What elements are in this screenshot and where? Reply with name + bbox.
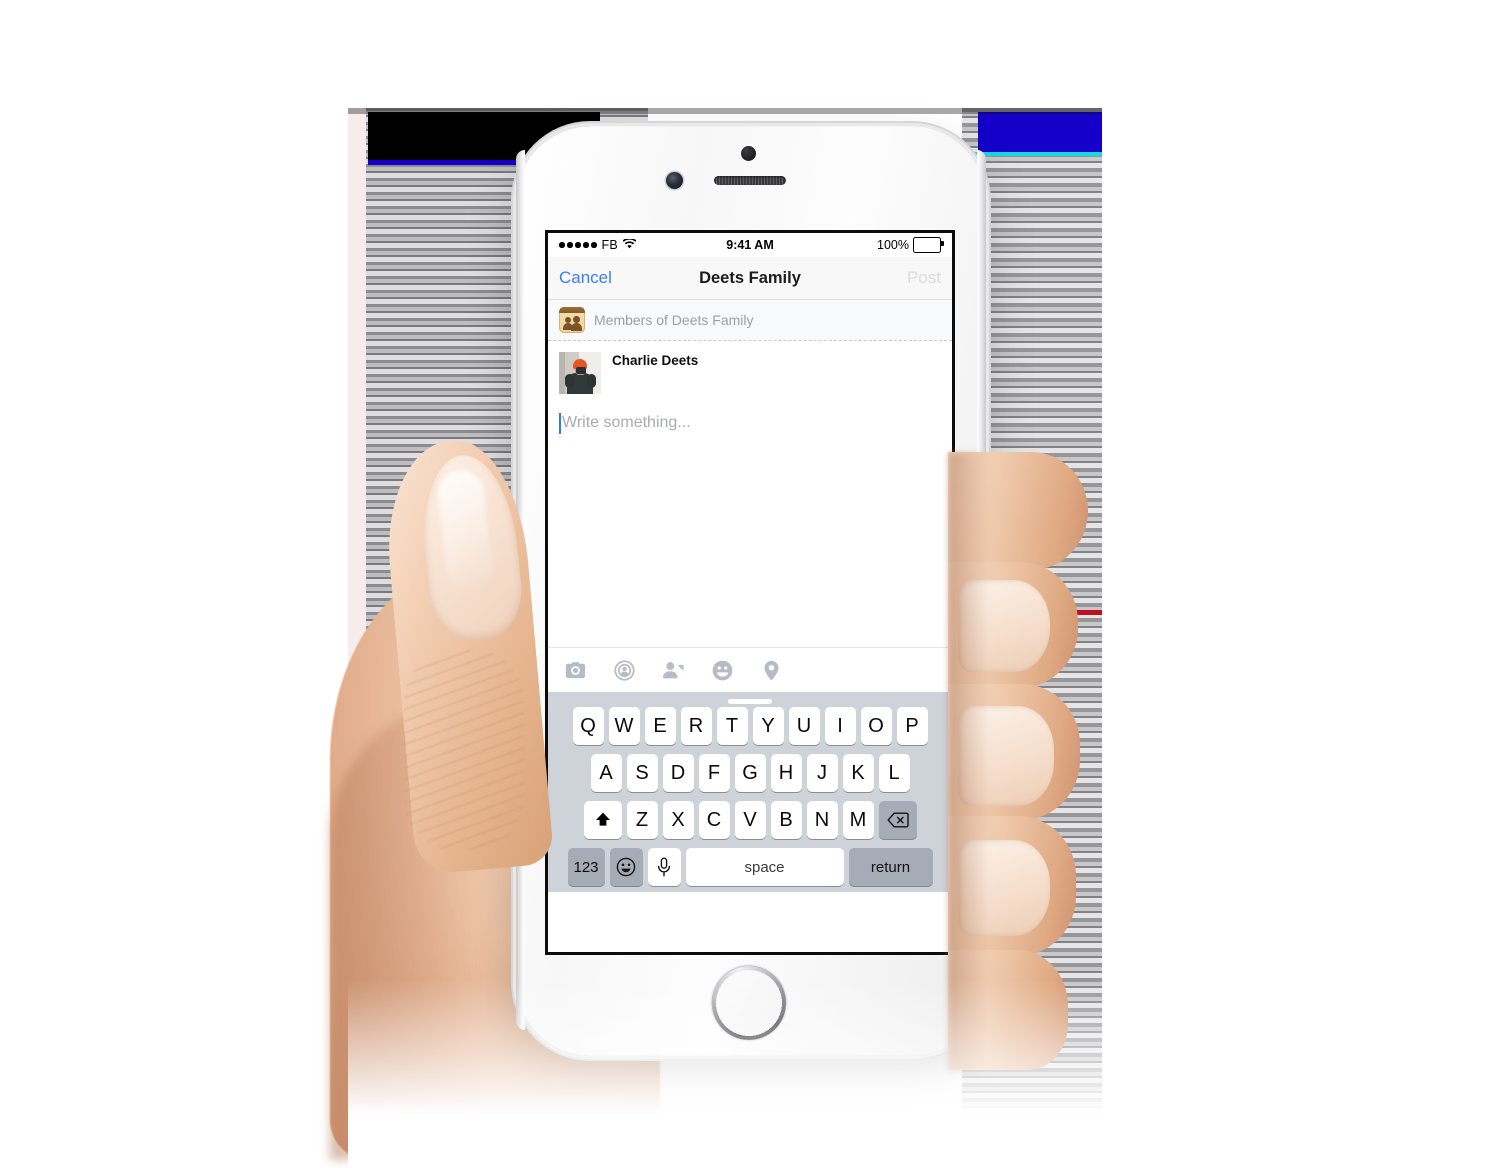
shift-icon[interactable] — [583, 801, 622, 839]
keyboard-row-1: Q W E R T Y U I O P — [548, 707, 952, 745]
avatar[interactable] — [559, 352, 601, 394]
key-j[interactable]: J — [806, 754, 838, 792]
key-t[interactable]: T — [716, 707, 748, 745]
keyboard-row-3: Z X C V B N M — [548, 801, 952, 839]
key-w[interactable]: W — [608, 707, 640, 745]
proximity-sensor-icon — [741, 146, 756, 161]
post-composer: Charlie Deets Write something... — [548, 341, 952, 435]
space-key[interactable]: space — [685, 848, 844, 886]
group-members-icon — [559, 307, 585, 333]
battery-percent-label: 100% — [877, 238, 909, 252]
key-v[interactable]: V — [734, 801, 766, 839]
feeling-icon[interactable] — [711, 659, 734, 682]
key-u[interactable]: U — [788, 707, 820, 745]
key-n[interactable]: N — [806, 801, 838, 839]
camera-icon[interactable] — [564, 659, 587, 682]
post-input-placeholder: Write something... — [562, 414, 691, 431]
key-r[interactable]: R — [680, 707, 712, 745]
author-row: Charlie Deets — [559, 352, 941, 394]
tag-friends-icon[interactable] — [662, 659, 685, 682]
keyboard-drag-handle[interactable] — [728, 698, 772, 704]
live-video-icon[interactable] — [613, 659, 636, 682]
screenshot-stage: FB 9:41 AM 100% Cancel Deets Family Post — [0, 0, 1500, 1168]
key-y[interactable]: Y — [752, 707, 784, 745]
on-screen-keyboard: Q W E R T Y U I O P A S D F G H J K L Z … — [548, 692, 952, 892]
key-z[interactable]: Z — [626, 801, 658, 839]
numbers-key[interactable]: 123 — [567, 848, 605, 886]
keyboard-handle-bar — [548, 695, 952, 707]
keyboard-row-2: A S D F G H J K L — [548, 754, 952, 792]
post-text-input[interactable]: Write something... — [559, 411, 941, 435]
key-m[interactable]: M — [842, 801, 874, 839]
location-pin-icon[interactable] — [760, 659, 783, 682]
battery-icon — [913, 237, 944, 253]
earpiece-speaker-icon — [714, 176, 786, 185]
key-l[interactable]: L — [878, 754, 910, 792]
status-bar: FB 9:41 AM 100% — [548, 233, 952, 257]
background-artifact-blue-block — [978, 112, 1102, 152]
audience-label: Members of Deets Family — [594, 312, 754, 328]
text-caret — [559, 412, 561, 434]
key-h[interactable]: H — [770, 754, 802, 792]
key-q[interactable]: Q — [572, 707, 604, 745]
front-camera-icon — [666, 172, 683, 189]
composer-empty-space[interactable] — [548, 435, 952, 647]
post-button[interactable]: Post — [907, 268, 941, 288]
backspace-icon[interactable] — [878, 801, 917, 839]
key-c[interactable]: C — [698, 801, 730, 839]
keyboard-row-4: 123 space return — [548, 848, 952, 886]
key-g[interactable]: G — [734, 754, 766, 792]
thumb-creases — [404, 650, 524, 850]
key-b[interactable]: B — [770, 801, 802, 839]
navigation-bar: Cancel Deets Family Post — [548, 257, 952, 300]
key-p[interactable]: P — [896, 707, 928, 745]
key-i[interactable]: I — [824, 707, 856, 745]
fingers-shading — [948, 452, 988, 1072]
key-x[interactable]: X — [662, 801, 694, 839]
author-name: Charlie Deets — [612, 353, 699, 368]
key-k[interactable]: K — [842, 754, 874, 792]
attachment-toolbar — [548, 647, 952, 692]
status-bar-right: 100% — [877, 237, 944, 253]
key-d[interactable]: D — [662, 754, 694, 792]
background-bottom-fade — [348, 980, 1102, 1168]
audience-selector[interactable]: Members of Deets Family — [548, 300, 952, 341]
return-key[interactable]: return — [848, 848, 933, 886]
key-e[interactable]: E — [644, 707, 676, 745]
key-o[interactable]: O — [860, 707, 892, 745]
page-title: Deets Family — [699, 268, 801, 287]
microphone-icon[interactable] — [647, 848, 681, 886]
key-a[interactable]: A — [590, 754, 622, 792]
background-artifact-top-strip — [348, 108, 1102, 114]
emoji-icon[interactable] — [609, 848, 643, 886]
phone-screen: FB 9:41 AM 100% Cancel Deets Family Post — [548, 233, 952, 952]
key-f[interactable]: F — [698, 754, 730, 792]
key-s[interactable]: S — [626, 754, 658, 792]
